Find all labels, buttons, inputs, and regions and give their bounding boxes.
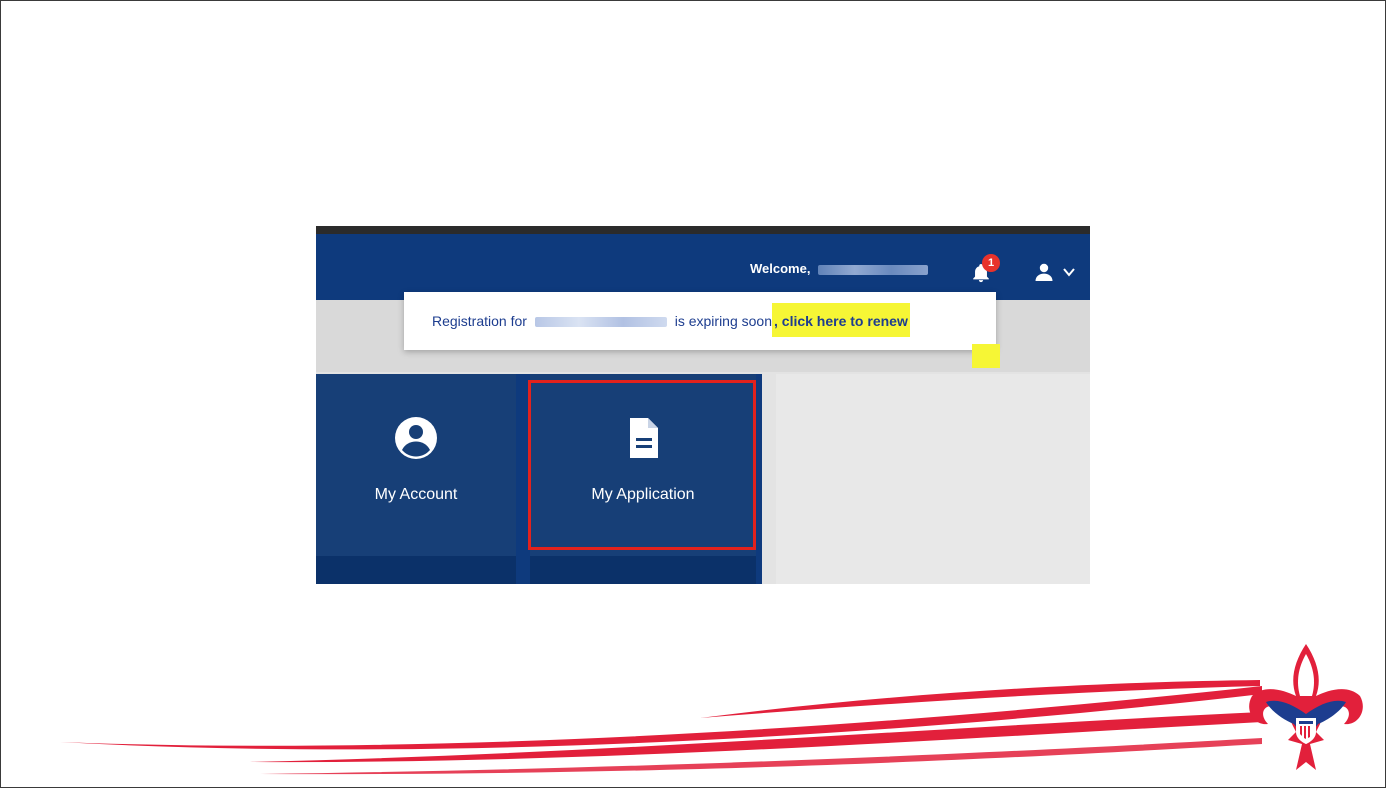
fleur-de-lis-logo	[1249, 644, 1363, 770]
my-application-tile[interactable]: My Application	[530, 374, 756, 556]
my-account-tile[interactable]: My Account	[316, 374, 516, 556]
document-icon	[630, 418, 658, 458]
renewal-message: Registration for is expiring soon, click…	[432, 303, 910, 337]
tile-footer	[316, 556, 516, 584]
notice-prefix: Registration for	[432, 313, 527, 329]
renewal-notification-popup[interactable]: Registration for is expiring soon, click…	[404, 292, 996, 350]
welcome-text: Welcome,	[750, 261, 929, 276]
highlight-marker	[972, 344, 1000, 368]
notice-middle: is expiring soon	[674, 313, 772, 329]
user-menu-button[interactable]	[1032, 260, 1082, 284]
side-panel	[776, 374, 1090, 584]
portal-screenshot: Welcome, 1 My Account My Application	[316, 226, 1090, 584]
chevron-down-icon	[1063, 268, 1075, 277]
notifications-button[interactable]: 1	[968, 254, 1000, 288]
account-circle-icon	[395, 417, 437, 459]
redacted-member-name	[534, 317, 667, 328]
top-navbar: Welcome, 1	[316, 234, 1090, 300]
my-account-label: My Account	[374, 486, 458, 503]
notification-badge: 1	[982, 254, 1000, 272]
redacted-user-name	[818, 264, 929, 275]
user-icon	[1035, 263, 1053, 281]
dashboard-tiles: My Account My Application	[316, 374, 762, 584]
browser-top-strip	[316, 226, 1090, 234]
renew-link[interactable]: , click here to renew	[772, 303, 910, 337]
decorative-swoosh	[60, 680, 1262, 775]
tile-footer	[530, 556, 756, 584]
welcome-label: Welcome,	[750, 261, 811, 276]
my-application-label: My Application	[591, 486, 695, 503]
